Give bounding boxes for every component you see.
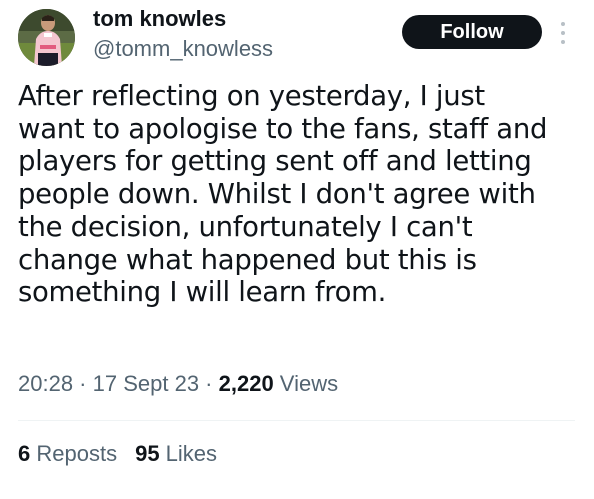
engagement-stats: 6 Reposts 95 Likes — [18, 441, 217, 467]
follow-button[interactable]: Follow — [402, 15, 542, 49]
likes-count: 95 — [135, 441, 160, 466]
dot-icon — [561, 31, 565, 35]
tweet-header: tom knowles @tomm_knowless Follow — [0, 0, 594, 80]
meta-separator: · — [199, 371, 219, 396]
views-label: Views — [273, 371, 339, 396]
likes-stat[interactable]: 95 Likes — [135, 441, 217, 467]
author-handle[interactable]: @tomm_knowless — [93, 36, 273, 62]
author-display-name[interactable]: tom knowles — [93, 6, 226, 32]
tweet-line: change what happened but this is — [18, 243, 477, 276]
tweet-date[interactable]: 17 Sept 23 — [93, 371, 199, 396]
vertical-ellipsis-icon[interactable] — [558, 22, 568, 44]
tweet-meta: 20:28 · 17 Sept 23 · 2,220 Views — [18, 371, 338, 397]
meta-separator: · — [73, 371, 93, 396]
reposts-stat[interactable]: 6 Reposts — [18, 441, 117, 467]
likes-label: Likes — [159, 441, 218, 466]
tweet-line: After reflecting on yesterday, I just — [18, 80, 485, 112]
reposts-count: 6 — [18, 441, 31, 466]
tweet-line: want to apologise to the fans, staff and — [18, 112, 548, 145]
tweet-time[interactable]: 20:28 — [18, 371, 73, 396]
divider — [18, 420, 575, 421]
views-count: 2,220 — [218, 371, 274, 396]
tweet-line: players for getting sent off and letting — [18, 145, 532, 178]
tweet-text: After reflecting on yesterday, I just wa… — [18, 80, 583, 309]
dot-icon — [561, 22, 565, 26]
tweet-line: something I will learn from. — [18, 276, 387, 309]
avatar[interactable] — [18, 9, 75, 66]
reposts-label: Reposts — [30, 441, 118, 466]
profile-photo-icon — [18, 9, 75, 66]
dot-icon — [561, 40, 565, 44]
tweet-line: people down. Whilst I don't agree with — [18, 178, 536, 211]
tweet-line: the decision, unfortunately I can't — [18, 210, 473, 243]
